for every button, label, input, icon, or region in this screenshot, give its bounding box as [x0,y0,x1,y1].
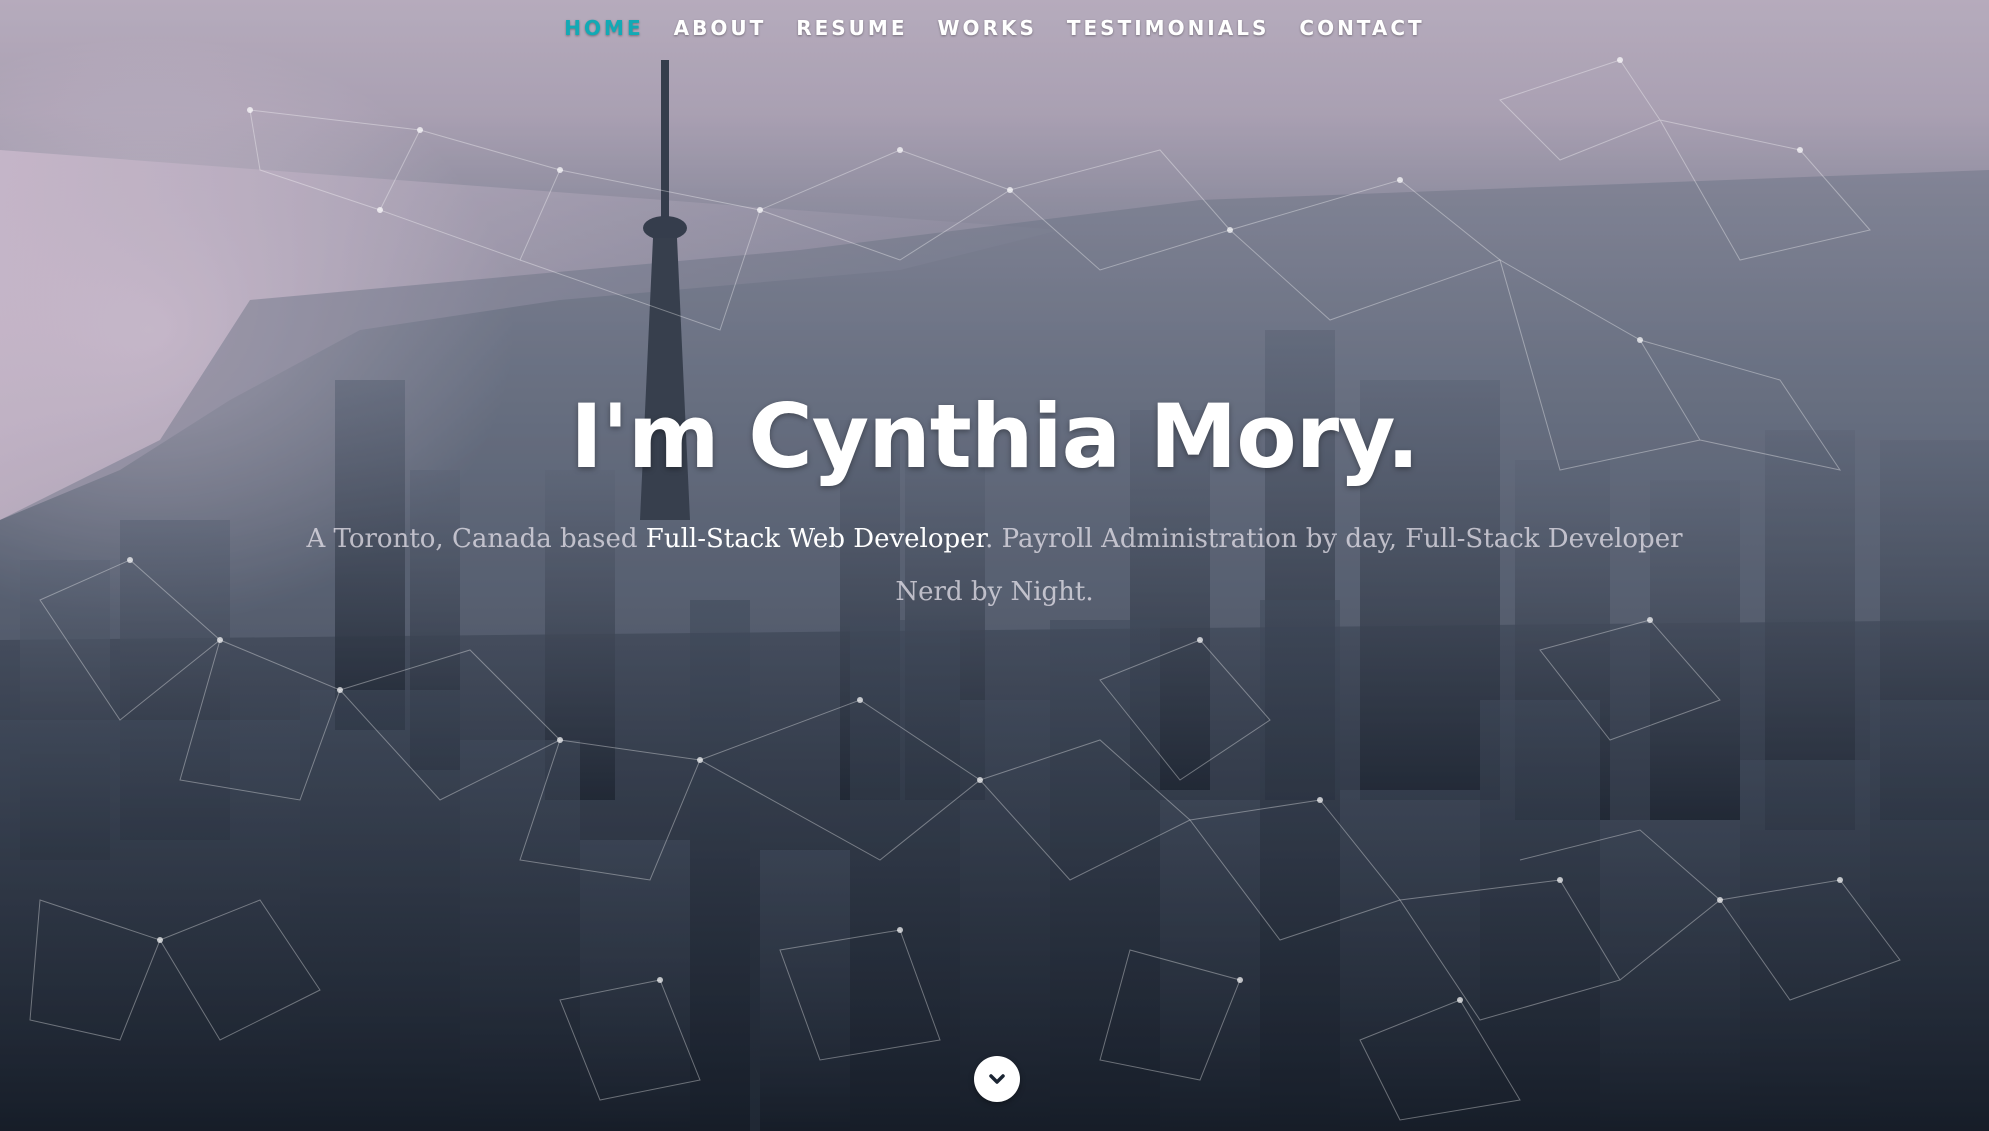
intro-text-mid: . Payroll Administration by day, Full-St… [985,524,1683,554]
nav-item-works[interactable]: WORKS [938,16,1037,40]
intro-text-suffix: Nerd by Night. [895,577,1094,607]
chevron-down-icon [989,1074,1005,1084]
main-navigation: HOME ABOUT RESUME WORKS TESTIMONIALS CON… [0,0,1989,56]
hero-headline: I'm Cynthia Mory. [570,385,1420,488]
hero-intro: A Toronto, Canada based Full-Stack Web D… [0,513,1989,619]
nav-item-resume[interactable]: RESUME [796,16,907,40]
hero-section: HOME ABOUT RESUME WORKS TESTIMONIALS CON… [0,0,1989,1131]
nav-item-testimonials[interactable]: TESTIMONIALS [1067,16,1270,40]
intro-highlight: Full-Stack Web Developer [645,524,986,554]
scroll-down-button[interactable] [974,1056,1020,1102]
nav-item-home[interactable]: HOME [564,16,643,40]
nav-item-contact[interactable]: CONTACT [1299,16,1424,40]
nav-item-about[interactable]: ABOUT [674,16,767,40]
intro-text-prefix: A Toronto, Canada based [306,524,646,554]
